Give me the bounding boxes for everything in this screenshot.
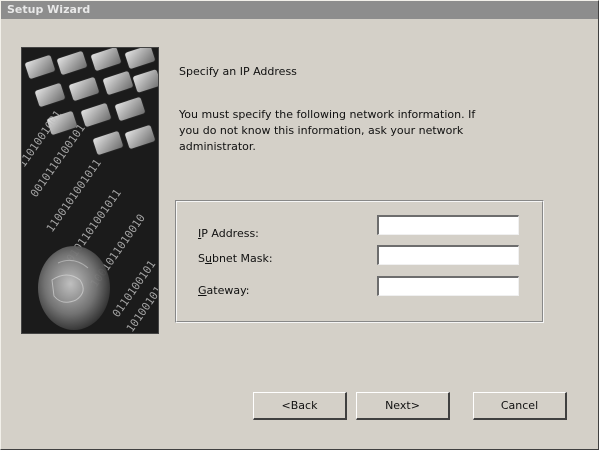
wizard-banner-image: 1101001001 0010110100101 1100101001011 0… [21,47,159,334]
subnet-mask-label-hotkey: u [204,252,212,265]
network-settings-group-inner: IP Address: Subnet Mask: Gateway: [176,201,543,322]
ip-address-label: IP Address: [198,227,259,240]
subnet-mask-input[interactable] [377,245,519,265]
gateway-label-hotkey: G [198,284,207,297]
page-description: You must specify the following network i… [179,108,476,153]
title-bar[interactable]: Setup Wizard [1,1,598,19]
ip-address-input[interactable] [377,215,519,235]
subnet-mask-label-pre: S [198,252,205,265]
ip-address-label-post: P Address: [201,227,259,240]
gateway-label: Gateway: [198,284,250,297]
cancel-button[interactable]: Cancel [473,392,567,420]
next-button[interactable]: Next> [356,392,450,420]
gateway-label-post: ateway: [206,284,250,297]
subnet-mask-label: Subnet Mask: [198,252,273,265]
network-settings-group: IP Address: Subnet Mask: Gateway: [175,200,544,323]
banner-artwork: 1101001001 0010110100101 1100101001011 0… [22,48,158,333]
back-button[interactable]: <Back [253,392,347,420]
subnet-mask-label-post: bnet Mask: [211,252,273,265]
setup-wizard-window: Setup Wizard 1101001001 0010110100101 11… [0,0,599,450]
gateway-input[interactable] [377,276,519,296]
window-title: Setup Wizard [7,3,91,16]
page-heading: Specify an IP Address [179,65,297,78]
